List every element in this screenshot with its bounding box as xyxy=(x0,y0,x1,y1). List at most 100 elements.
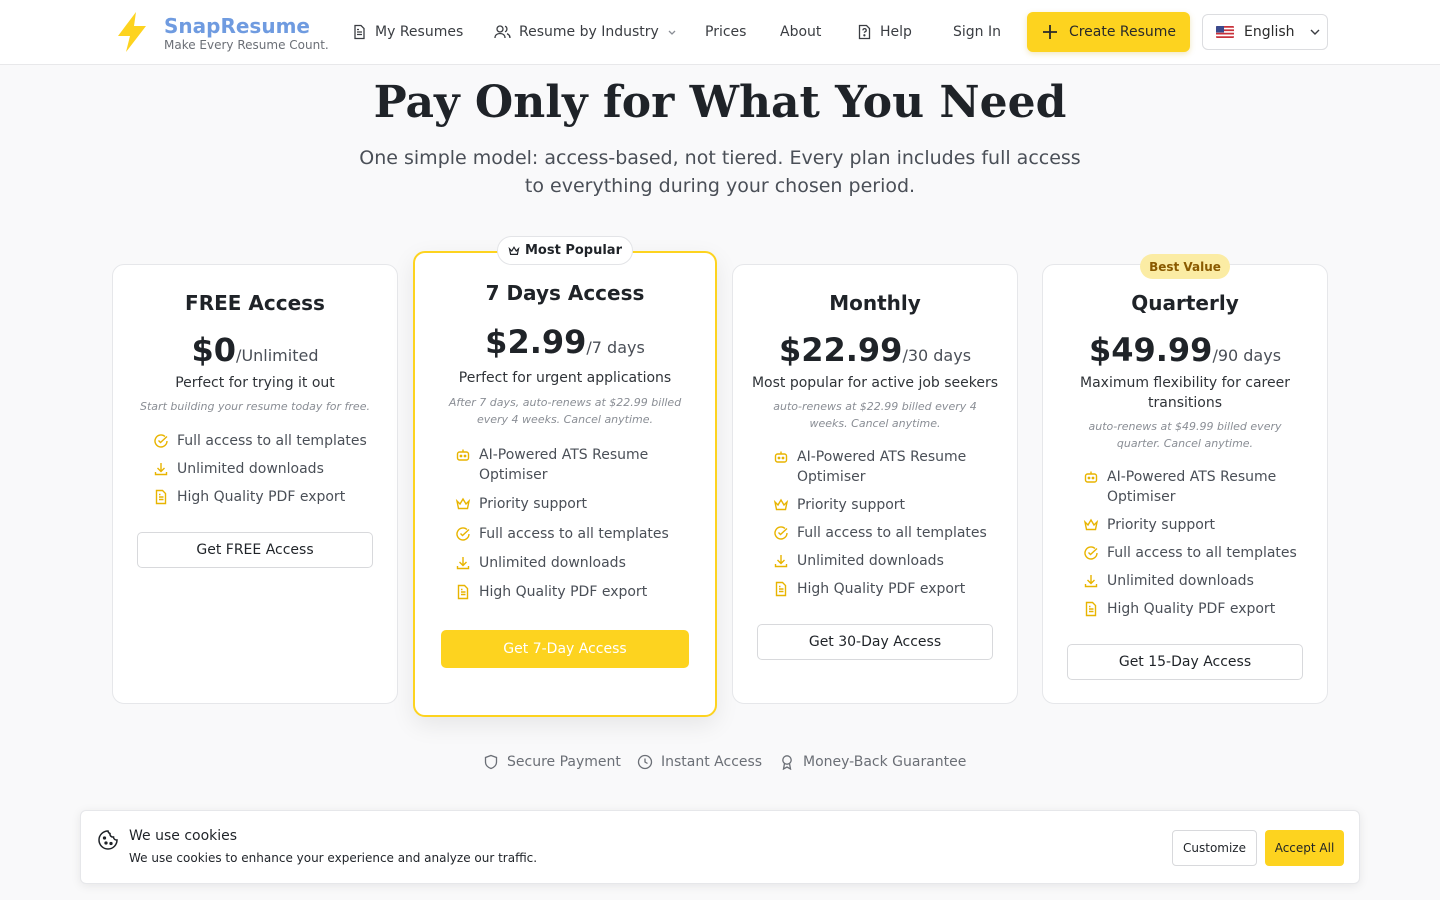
page-title: Pay Only for What You Need xyxy=(373,77,1067,128)
language-label: English xyxy=(1244,24,1295,40)
nav-about[interactable]: About xyxy=(780,20,821,44)
plan-title: FREE Access xyxy=(185,291,325,315)
price-amount: $0 xyxy=(191,331,237,369)
file-icon xyxy=(155,489,167,505)
lightning-bolt-icon xyxy=(118,12,146,52)
plan-note: auto-renews at $49.99 billed every quart… xyxy=(1088,420,1282,450)
feature-item: High Quality PDF export xyxy=(455,582,685,602)
site-header: SnapResume Make Every Resume Count. My R… xyxy=(0,0,1440,65)
best-value-badge: Best Value xyxy=(1140,254,1230,279)
nav-my-resumes[interactable]: My Resumes xyxy=(352,20,463,44)
feature-text: Unlimited downloads xyxy=(177,461,324,477)
feature-item: Full access to all templates xyxy=(773,523,993,543)
cookie-text: We use cookies to enhance your experienc… xyxy=(129,851,538,865)
feature-item: Full access to all templates xyxy=(153,431,381,451)
price-amount: $22.99 xyxy=(778,331,903,369)
feature-list: AI-Powered ATS Resume Optimiser Priority… xyxy=(1083,467,1303,619)
price-period: /90 days xyxy=(1212,346,1282,365)
chevron-down-icon xyxy=(668,30,676,35)
most-popular-badge: Most Popular xyxy=(497,236,633,265)
feature-list: AI-Powered ATS Resume Optimiser Priority… xyxy=(773,447,993,599)
price-period: /7 days xyxy=(586,338,645,357)
language-selector[interactable]: English xyxy=(1202,14,1328,50)
get-7-day-access-button[interactable]: Get 7-Day Access xyxy=(441,630,689,668)
download-icon xyxy=(774,555,788,568)
crown-icon xyxy=(455,497,471,510)
feature-item: Priority support xyxy=(455,494,685,514)
crown-icon xyxy=(1083,518,1099,531)
check-circle-icon xyxy=(456,527,470,541)
feature-text: AI-Powered ATS Resume Optimiser xyxy=(1107,469,1277,505)
feature-text: Unlimited downloads xyxy=(479,555,626,571)
button-label: Accept All xyxy=(1274,841,1335,855)
feature-list: AI-Powered ATS Resume Optimiser Priority… xyxy=(455,445,685,602)
feature-text: Full access to all templates xyxy=(797,525,987,541)
shield-icon xyxy=(484,754,498,770)
plan-title: Quarterly xyxy=(1131,291,1239,315)
plan-card-7-days: 7 Days Access $2.99/7 days Perfect for u… xyxy=(413,251,717,717)
plan-description: Maximum flexibility for career transitio… xyxy=(1080,375,1290,411)
award-icon xyxy=(782,755,792,770)
users-icon xyxy=(494,25,511,39)
plan-description: Perfect for trying it out xyxy=(175,375,335,391)
get-15-day-access-button[interactable]: Get 15-Day Access xyxy=(1067,644,1303,680)
sign-in-link[interactable]: Sign In xyxy=(953,20,1001,44)
feature-item: Full access to all templates xyxy=(1083,543,1303,563)
feature-text: Full access to all templates xyxy=(479,526,669,542)
nav-help[interactable]: Help xyxy=(857,20,912,44)
check-circle-icon xyxy=(774,526,788,540)
robot-icon xyxy=(774,451,788,463)
badge-label: Best Value xyxy=(1149,259,1221,274)
feature-text: Full access to all templates xyxy=(1107,545,1297,561)
feature-text: AI-Powered ATS Resume Optimiser xyxy=(797,449,967,485)
instant-access-item: Instant Access xyxy=(637,751,762,773)
create-resume-label: Create Resume xyxy=(1068,24,1177,40)
check-circle-icon xyxy=(154,434,168,448)
feature-item: Unlimited downloads xyxy=(1083,571,1303,591)
nav-prices[interactable]: Prices xyxy=(705,20,746,44)
clock-icon xyxy=(637,754,653,770)
plan-note: auto-renews at $22.99 billed every 4 wee… xyxy=(773,400,977,430)
button-label: Get 30-Day Access xyxy=(808,634,942,650)
price-period: /Unlimited xyxy=(236,346,319,365)
plan-price: $49.99/90 days xyxy=(1043,331,1327,369)
help-document-icon xyxy=(858,24,871,40)
plan-card-free: FREE Access $0/Unlimited Perfect for try… xyxy=(112,264,398,704)
file-icon xyxy=(775,581,787,597)
price-amount: $2.99 xyxy=(485,323,587,361)
get-30-day-access-button[interactable]: Get 30-Day Access xyxy=(757,624,993,660)
brand-tagline: Make Every Resume Count. xyxy=(164,37,329,52)
trust-label: Secure Payment xyxy=(507,754,621,770)
nav-prices-label: Prices xyxy=(705,24,747,40)
trust-label: Money-Back Guarantee xyxy=(803,754,967,770)
crown-icon xyxy=(508,245,520,255)
download-icon xyxy=(1084,575,1098,588)
nav-resume-by-industry-label: Resume by Industry xyxy=(519,24,659,40)
nav-resume-by-industry[interactable]: Resume by Industry xyxy=(494,20,677,44)
secure-payment-item: Secure Payment xyxy=(483,751,621,773)
button-label: Customize xyxy=(1183,841,1246,855)
file-icon xyxy=(1085,601,1097,617)
brand-logo[interactable]: SnapResume Make Every Resume Count. xyxy=(112,10,329,54)
create-resume-button[interactable]: Create Resume xyxy=(1027,12,1190,52)
button-label: Get FREE Access xyxy=(196,542,314,558)
feature-item: AI-Powered ATS Resume Optimiser xyxy=(773,447,993,487)
get-free-access-button[interactable]: Get FREE Access xyxy=(137,532,373,568)
feature-item: Unlimited downloads xyxy=(773,551,993,571)
accept-all-button[interactable]: Accept All xyxy=(1265,830,1344,866)
plan-title: 7 Days Access xyxy=(485,281,645,305)
file-icon xyxy=(457,584,469,600)
plan-price: $0/Unlimited xyxy=(113,331,397,369)
feature-item: High Quality PDF export xyxy=(773,579,993,599)
nav-my-resumes-label: My Resumes xyxy=(375,24,464,40)
feature-item: High Quality PDF export xyxy=(1083,599,1303,619)
price-amount: $49.99 xyxy=(1088,331,1213,369)
cookie-icon xyxy=(98,830,118,850)
robot-icon xyxy=(1084,471,1098,483)
chevron-down-icon xyxy=(1310,29,1320,35)
feature-text: Priority support xyxy=(797,497,906,513)
plan-card-quarterly: Quarterly $49.99/90 days Maximum flexibi… xyxy=(1042,264,1328,704)
customize-button[interactable]: Customize xyxy=(1172,830,1257,866)
feature-item: High Quality PDF export xyxy=(153,487,381,507)
feature-text: Full access to all templates xyxy=(177,433,367,449)
